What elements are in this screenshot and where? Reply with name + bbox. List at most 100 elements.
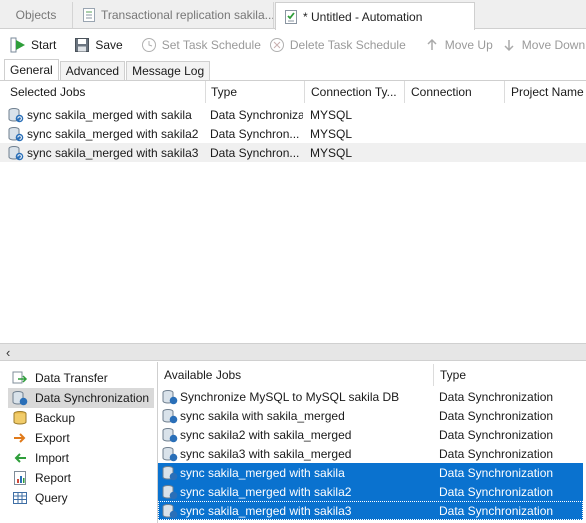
start-icon	[10, 37, 25, 52]
job-name-cell: sync sakila2 with sakila_merged	[162, 425, 434, 444]
category-label: Import	[35, 451, 70, 465]
connection-type-cell: MYSQL	[310, 107, 353, 122]
job-name: sync sakila_merged with sakila	[180, 465, 345, 480]
job-name: sync sakila_merged with sakila	[27, 107, 192, 122]
job-name-cell: sync sakila_merged with sakila3	[162, 501, 434, 520]
tab-message-log[interactable]: Message Log	[126, 61, 211, 80]
data-sync-icon	[162, 427, 178, 442]
arrow-up-icon	[427, 38, 437, 50]
job-name-cell: sync sakila_merged with sakila2	[8, 124, 204, 143]
document-tabbar: Objects Transactional replication sakila…	[0, 0, 586, 30]
category-label: Backup	[35, 411, 76, 425]
query-icon	[13, 492, 27, 504]
table-row[interactable]: sync sakila_merged with sakila3 Data Syn…	[0, 143, 586, 162]
tab-transactional-replication[interactable]: Transactional replication sakila...	[74, 2, 274, 28]
data-sync-icon	[162, 408, 178, 423]
job-name: sync sakila_merged with sakila3	[27, 145, 199, 160]
move-down-label: Move Down	[521, 37, 586, 52]
category-import[interactable]: Import	[8, 448, 154, 468]
start-button[interactable]: Start	[6, 33, 60, 57]
column-header-selected-jobs[interactable]: Selected Jobs	[4, 81, 206, 103]
category-export[interactable]: Export	[8, 428, 154, 448]
job-type-cell: Data Synchronization	[439, 427, 554, 442]
tab-objects[interactable]: Objects	[0, 2, 73, 28]
table-row[interactable]: sync sakila3 with sakila_merged Data Syn…	[158, 444, 583, 463]
table-row[interactable]: sync sakila_merged with sakila2 Data Syn…	[0, 124, 586, 143]
table-row-selected[interactable]: sync sakila_merged with sakila3 Data Syn…	[158, 501, 583, 520]
data-sync-icon	[12, 391, 28, 406]
tab-label: Objects	[15, 8, 57, 22]
job-type-cell: Data Synchronization	[439, 408, 554, 423]
job-type-cell: Data Synchronization	[439, 503, 554, 518]
job-name: sync sakila_merged with sakila3	[180, 503, 352, 518]
data-sync-icon	[162, 465, 178, 480]
clock-icon	[141, 37, 156, 52]
data-sync-icon	[8, 126, 24, 141]
start-label: Start	[31, 37, 57, 52]
column-header-type[interactable]: Type	[205, 81, 305, 103]
data-transfer-icon	[12, 371, 28, 384]
column-header-type[interactable]: Type	[434, 364, 583, 386]
data-sync-icon	[162, 484, 178, 499]
job-type-cell: Data Synchronization	[439, 446, 554, 461]
column-header-project-name[interactable]: Project Name	[505, 81, 586, 103]
job-name-cell: sync sakila_merged with sakila	[162, 463, 434, 482]
report-icon	[14, 471, 26, 485]
job-name-cell: sync sakila3 with sakila_merged	[162, 444, 434, 463]
tab-label: Transactional replication sakila...	[101, 8, 274, 22]
job-name-cell: sync sakila with sakila_merged	[162, 406, 434, 425]
job-name-cell: sync sakila_merged with sakila3	[8, 143, 204, 162]
connection-type-cell: MYSQL	[310, 126, 353, 141]
table-row-selected[interactable]: sync sakila_merged with sakila Data Sync…	[158, 463, 583, 482]
toolbar: Start Save Set Task Schedule Delete Task…	[0, 30, 586, 59]
save-button[interactable]: Save	[70, 33, 126, 57]
job-type-cell: Data Synchron...	[210, 126, 300, 141]
tab-untitled-automation[interactable]: * Untitled - Automation	[275, 2, 475, 30]
set-task-schedule-button[interactable]: Set Task Schedule	[137, 33, 265, 57]
delete-task-schedule-button[interactable]: Delete Task Schedule	[265, 33, 410, 57]
save-icon	[75, 37, 90, 52]
category-data-synchronization[interactable]: Data Synchronization	[8, 388, 154, 408]
table-row[interactable]: sync sakila2 with sakila_merged Data Syn…	[158, 425, 583, 444]
table-row-selected[interactable]: sync sakila_merged with sakila2 Data Syn…	[158, 482, 583, 501]
move-up-button[interactable]: Move Up	[420, 33, 497, 57]
column-header-connection-type[interactable]: Connection Ty...	[305, 81, 405, 103]
job-name: sync sakila_merged with sakila2	[27, 126, 199, 141]
table-row[interactable]: sync sakila_merged with sakila Data Sync…	[0, 105, 586, 124]
export-icon	[14, 433, 26, 443]
column-header-connection[interactable]: Connection	[405, 81, 505, 103]
category-data-transfer[interactable]: Data Transfer	[8, 368, 154, 388]
job-type-cell: Data Synchronization	[210, 107, 303, 122]
automation-icon	[285, 9, 297, 24]
category-report[interactable]: Report	[8, 468, 154, 488]
connection-type-cell: MYSQL	[310, 145, 353, 160]
tab-general[interactable]: General	[4, 59, 59, 80]
job-name: sync sakila with sakila_merged	[180, 408, 345, 423]
move-down-button[interactable]: Move Down	[497, 33, 586, 57]
chevron-left-icon[interactable]: ‹	[6, 345, 10, 360]
category-label: Export	[35, 431, 70, 445]
available-jobs-table: Available Jobs Type Synchronize MySQL to…	[157, 362, 586, 523]
table-row[interactable]: Synchronize MySQL to MySQL sakila DB Dat…	[158, 387, 583, 406]
tab-label: * Untitled - Automation	[303, 9, 423, 24]
arrow-down-icon	[504, 39, 514, 51]
job-name-cell: Synchronize MySQL to MySQL sakila DB	[162, 387, 434, 406]
data-sync-icon	[162, 446, 178, 461]
backup-icon	[13, 411, 27, 425]
job-type-cell: Data Synchronization	[439, 389, 554, 404]
data-sync-icon	[162, 503, 178, 518]
column-header-available-jobs[interactable]: Available Jobs	[158, 364, 434, 386]
table-row[interactable]: sync sakila with sakila_merged Data Sync…	[158, 406, 583, 425]
move-up-label: Move Up	[444, 37, 493, 52]
selected-jobs-table: Selected Jobs Type Connection Ty... Conn…	[0, 80, 586, 342]
data-sync-icon	[8, 107, 24, 122]
job-name-cell: sync sakila_merged with sakila	[8, 105, 204, 124]
tab-advanced[interactable]: Advanced	[59, 61, 126, 80]
category-backup[interactable]: Backup	[8, 408, 154, 428]
category-label: Report	[35, 471, 72, 485]
category-query[interactable]: Query	[8, 488, 154, 508]
job-name: sync sakila2 with sakila_merged	[180, 427, 352, 442]
delete-clock-icon	[269, 37, 284, 52]
panel-splitter[interactable]: ‹	[0, 343, 586, 361]
data-sync-icon	[8, 145, 24, 160]
